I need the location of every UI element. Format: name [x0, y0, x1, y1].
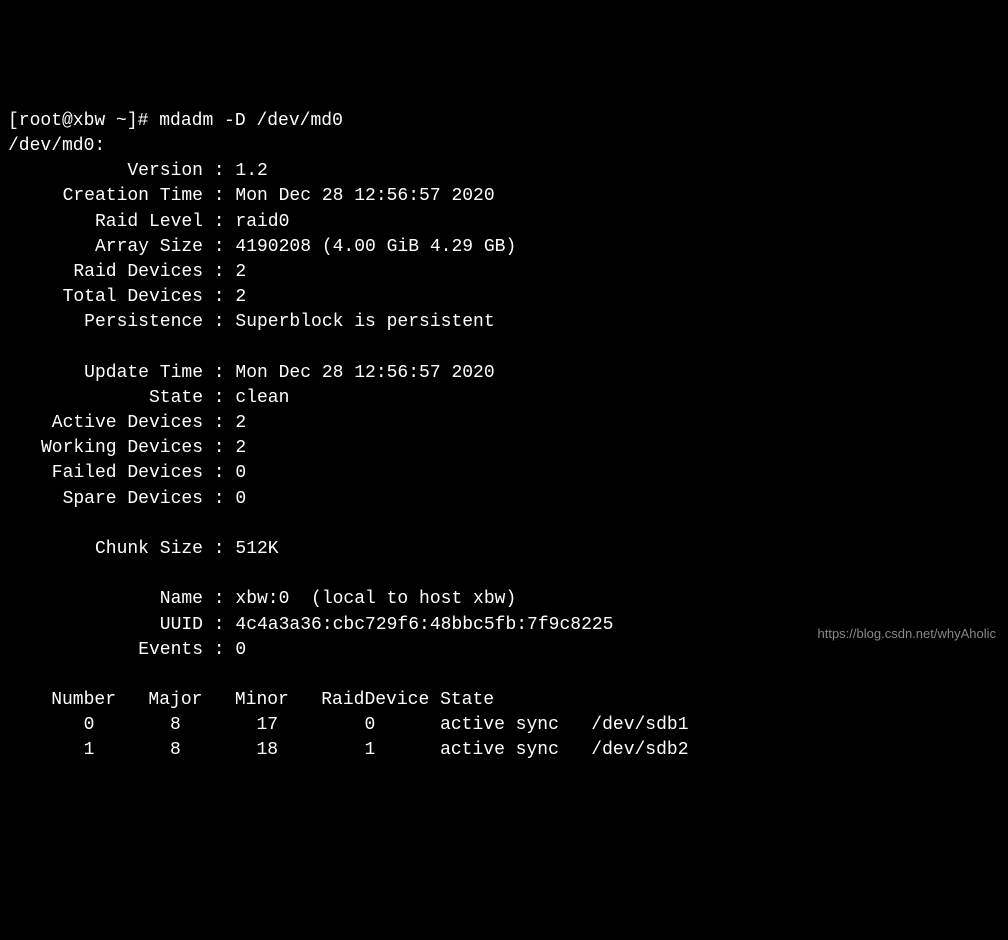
colon: : [203, 161, 235, 181]
value-chunk-size: 512K [235, 539, 278, 559]
device-line: /dev/md0: [8, 134, 1000, 159]
value-version: 1.2 [235, 161, 267, 181]
row-creation-time: Creation Time : Mon Dec 28 12:56:57 2020 [8, 184, 1000, 209]
label-working-devices: Working Devices [8, 436, 203, 461]
label-spare-devices: Spare Devices [8, 487, 203, 512]
colon: : [203, 615, 235, 635]
colon: : [203, 489, 235, 509]
value-name: xbw:0 (local to host xbw) [235, 589, 516, 609]
label-failed-devices: Failed Devices [8, 461, 203, 486]
colon: : [203, 262, 235, 282]
value-uuid: 4c4a3a36:cbc729f6:48bbc5fb:7f9c8225 [235, 615, 613, 635]
blank-line [8, 663, 1000, 688]
label-array-size: Array Size [8, 235, 203, 260]
label-update-time: Update Time [8, 361, 203, 386]
colon: : [203, 589, 235, 609]
label-total-devices: Total Devices [8, 285, 203, 310]
row-name: Name : xbw:0 (local to host xbw) [8, 587, 1000, 612]
row-total-devices: Total Devices : 2 [8, 285, 1000, 310]
label-name: Name [8, 587, 203, 612]
value-total-devices: 2 [235, 287, 246, 307]
label-uuid: UUID [8, 613, 203, 638]
colon: : [203, 287, 235, 307]
label-events: Events [8, 638, 203, 663]
label-raid-devices: Raid Devices [8, 260, 203, 285]
table-row: 0 8 17 0 active sync /dev/sdb1 [8, 713, 1000, 738]
colon: : [203, 539, 235, 559]
value-creation-time: Mon Dec 28 12:56:57 2020 [235, 186, 494, 206]
row-raid-devices: Raid Devices : 2 [8, 260, 1000, 285]
colon: : [203, 212, 235, 232]
prompt-line: [root@xbw ~]# mdadm -D /dev/md0 [8, 109, 1000, 134]
label-active-devices: Active Devices [8, 411, 203, 436]
colon: : [203, 413, 235, 433]
blank-line [8, 335, 1000, 360]
value-spare-devices: 0 [235, 489, 246, 509]
colon: : [203, 640, 235, 660]
row-update-time: Update Time : Mon Dec 28 12:56:57 2020 [8, 361, 1000, 386]
command-text: mdadm -D /dev/md0 [159, 111, 343, 131]
value-persistence: Superblock is persistent [235, 312, 494, 332]
value-state: clean [235, 388, 289, 408]
device-table-header: Number Major Minor RaidDevice State [8, 688, 1000, 713]
value-active-devices: 2 [235, 413, 246, 433]
terminal-output[interactable]: [root@xbw ~]# mdadm -D /dev/md0/dev/md0:… [8, 109, 1000, 764]
colon: : [203, 312, 235, 332]
value-update-time: Mon Dec 28 12:56:57 2020 [235, 363, 494, 383]
watermark-text: https://blog.csdn.net/whyAholic [818, 625, 997, 643]
colon: : [203, 186, 235, 206]
row-active-devices: Active Devices : 2 [8, 411, 1000, 436]
colon: : [203, 463, 235, 483]
label-creation-time: Creation Time [8, 184, 203, 209]
colon: : [203, 438, 235, 458]
row-array-size: Array Size : 4190208 (4.00 GiB 4.29 GB) [8, 235, 1000, 260]
row-version: Version : 1.2 [8, 159, 1000, 184]
value-failed-devices: 0 [235, 463, 246, 483]
value-raid-level: raid0 [235, 212, 289, 232]
blank-line [8, 512, 1000, 537]
shell-prompt: [root@xbw ~]# [8, 111, 159, 131]
row-failed-devices: Failed Devices : 0 [8, 461, 1000, 486]
label-persistence: Persistence [8, 310, 203, 335]
label-chunk-size: Chunk Size [8, 537, 203, 562]
row-chunk-size: Chunk Size : 512K [8, 537, 1000, 562]
row-raid-level: Raid Level : raid0 [8, 210, 1000, 235]
row-state: State : clean [8, 386, 1000, 411]
value-raid-devices: 2 [235, 262, 246, 282]
row-persistence: Persistence : Superblock is persistent [8, 310, 1000, 335]
label-raid-level: Raid Level [8, 210, 203, 235]
label-version: Version [8, 159, 203, 184]
row-spare-devices: Spare Devices : 0 [8, 487, 1000, 512]
row-working-devices: Working Devices : 2 [8, 436, 1000, 461]
colon: : [203, 388, 235, 408]
colon: : [203, 237, 235, 257]
value-events: 0 [235, 640, 246, 660]
blank-line [8, 562, 1000, 587]
value-working-devices: 2 [235, 438, 246, 458]
colon: : [203, 363, 235, 383]
label-state: State [8, 386, 203, 411]
value-array-size: 4190208 (4.00 GiB 4.29 GB) [235, 237, 516, 257]
table-row: 1 8 18 1 active sync /dev/sdb2 [8, 738, 1000, 763]
